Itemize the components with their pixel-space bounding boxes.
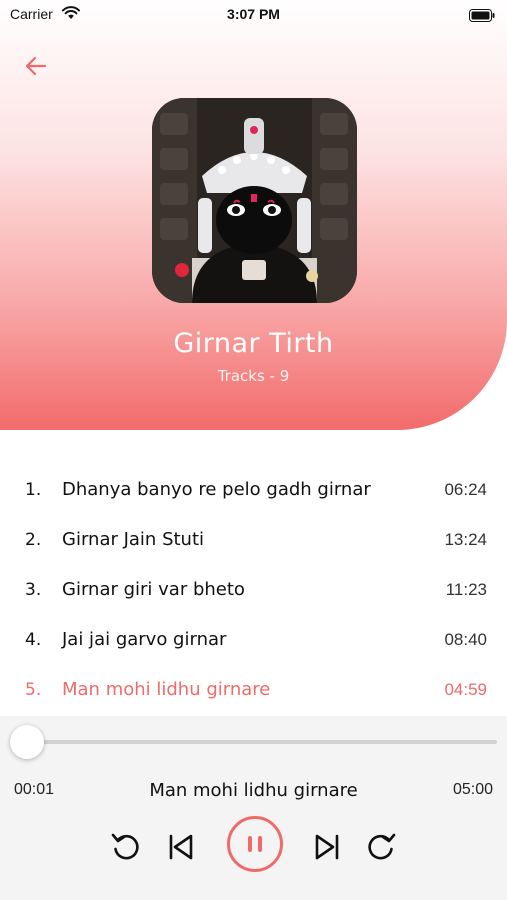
status-bar: Carrier 3:07 PM [0, 0, 507, 30]
album-header: Carrier 3:07 PM Girnar Tirth Tracks - 9 [0, 0, 507, 430]
track-title: Girnar giri var bheto [62, 579, 245, 600]
track-number: 2. [25, 530, 42, 550]
track-duration: 13:24 [444, 530, 487, 549]
progress-slider[interactable] [12, 740, 497, 744]
back-button[interactable] [20, 50, 52, 82]
track-duration: 04:59 [444, 680, 487, 699]
playback-controls [0, 816, 507, 876]
rewind-icon [111, 833, 139, 860]
album-title: Girnar Tirth [173, 328, 334, 359]
pause-button[interactable] [227, 816, 283, 872]
player-panel: 00:01 Man mohi lidhu girnare 05:00 [0, 716, 507, 900]
track-title: Jai jai garvo girnar [62, 629, 227, 650]
track-number: 1. [25, 480, 42, 500]
progress-thumb[interactable] [10, 725, 44, 759]
next-button[interactable] [310, 830, 344, 864]
forward-icon [368, 833, 396, 860]
track-title: Dhanya banyo re pelo gadh girnar [62, 479, 371, 500]
now-playing-title: Man mohi lidhu girnare [149, 780, 358, 801]
track-row[interactable]: 1. Dhanya banyo re pelo gadh girnar 06:2… [0, 466, 507, 516]
album-artwork [152, 98, 357, 303]
album-track-count: Tracks - 9 [217, 367, 290, 385]
skip-previous-icon [169, 834, 193, 860]
battery-icon [469, 7, 495, 26]
total-time: 05:00 [452, 781, 493, 798]
track-duration: 08:40 [444, 630, 487, 649]
track-number: 5. [25, 680, 42, 700]
track-title: Girnar Jain Stuti [62, 529, 205, 550]
track-row[interactable]: 3. Girnar giri var bheto 11:23 [0, 566, 507, 616]
track-number: 3. [25, 580, 42, 600]
track-row[interactable]: 2. Girnar Jain Stuti 13:24 [0, 516, 507, 566]
track-title: Man mohi lidhu girnare [62, 679, 271, 700]
track-list: 1. Dhanya banyo re pelo gadh girnar 06:2… [0, 466, 507, 716]
track-duration: 06:24 [444, 480, 487, 499]
previous-button[interactable] [164, 830, 198, 864]
skip-next-icon [315, 834, 339, 860]
rewind-button[interactable] [109, 830, 143, 864]
track-row-active[interactable]: 5. Man mohi lidhu girnare 04:59 [0, 666, 507, 716]
forward-button[interactable] [364, 830, 398, 864]
track-duration: 11:23 [445, 580, 487, 599]
track-row[interactable]: 4. Jai jai garvo girnar 08:40 [0, 616, 507, 666]
arrow-left-icon [25, 56, 47, 76]
status-time: 3:07 PM [227, 6, 280, 22]
track-number: 4. [25, 630, 42, 650]
